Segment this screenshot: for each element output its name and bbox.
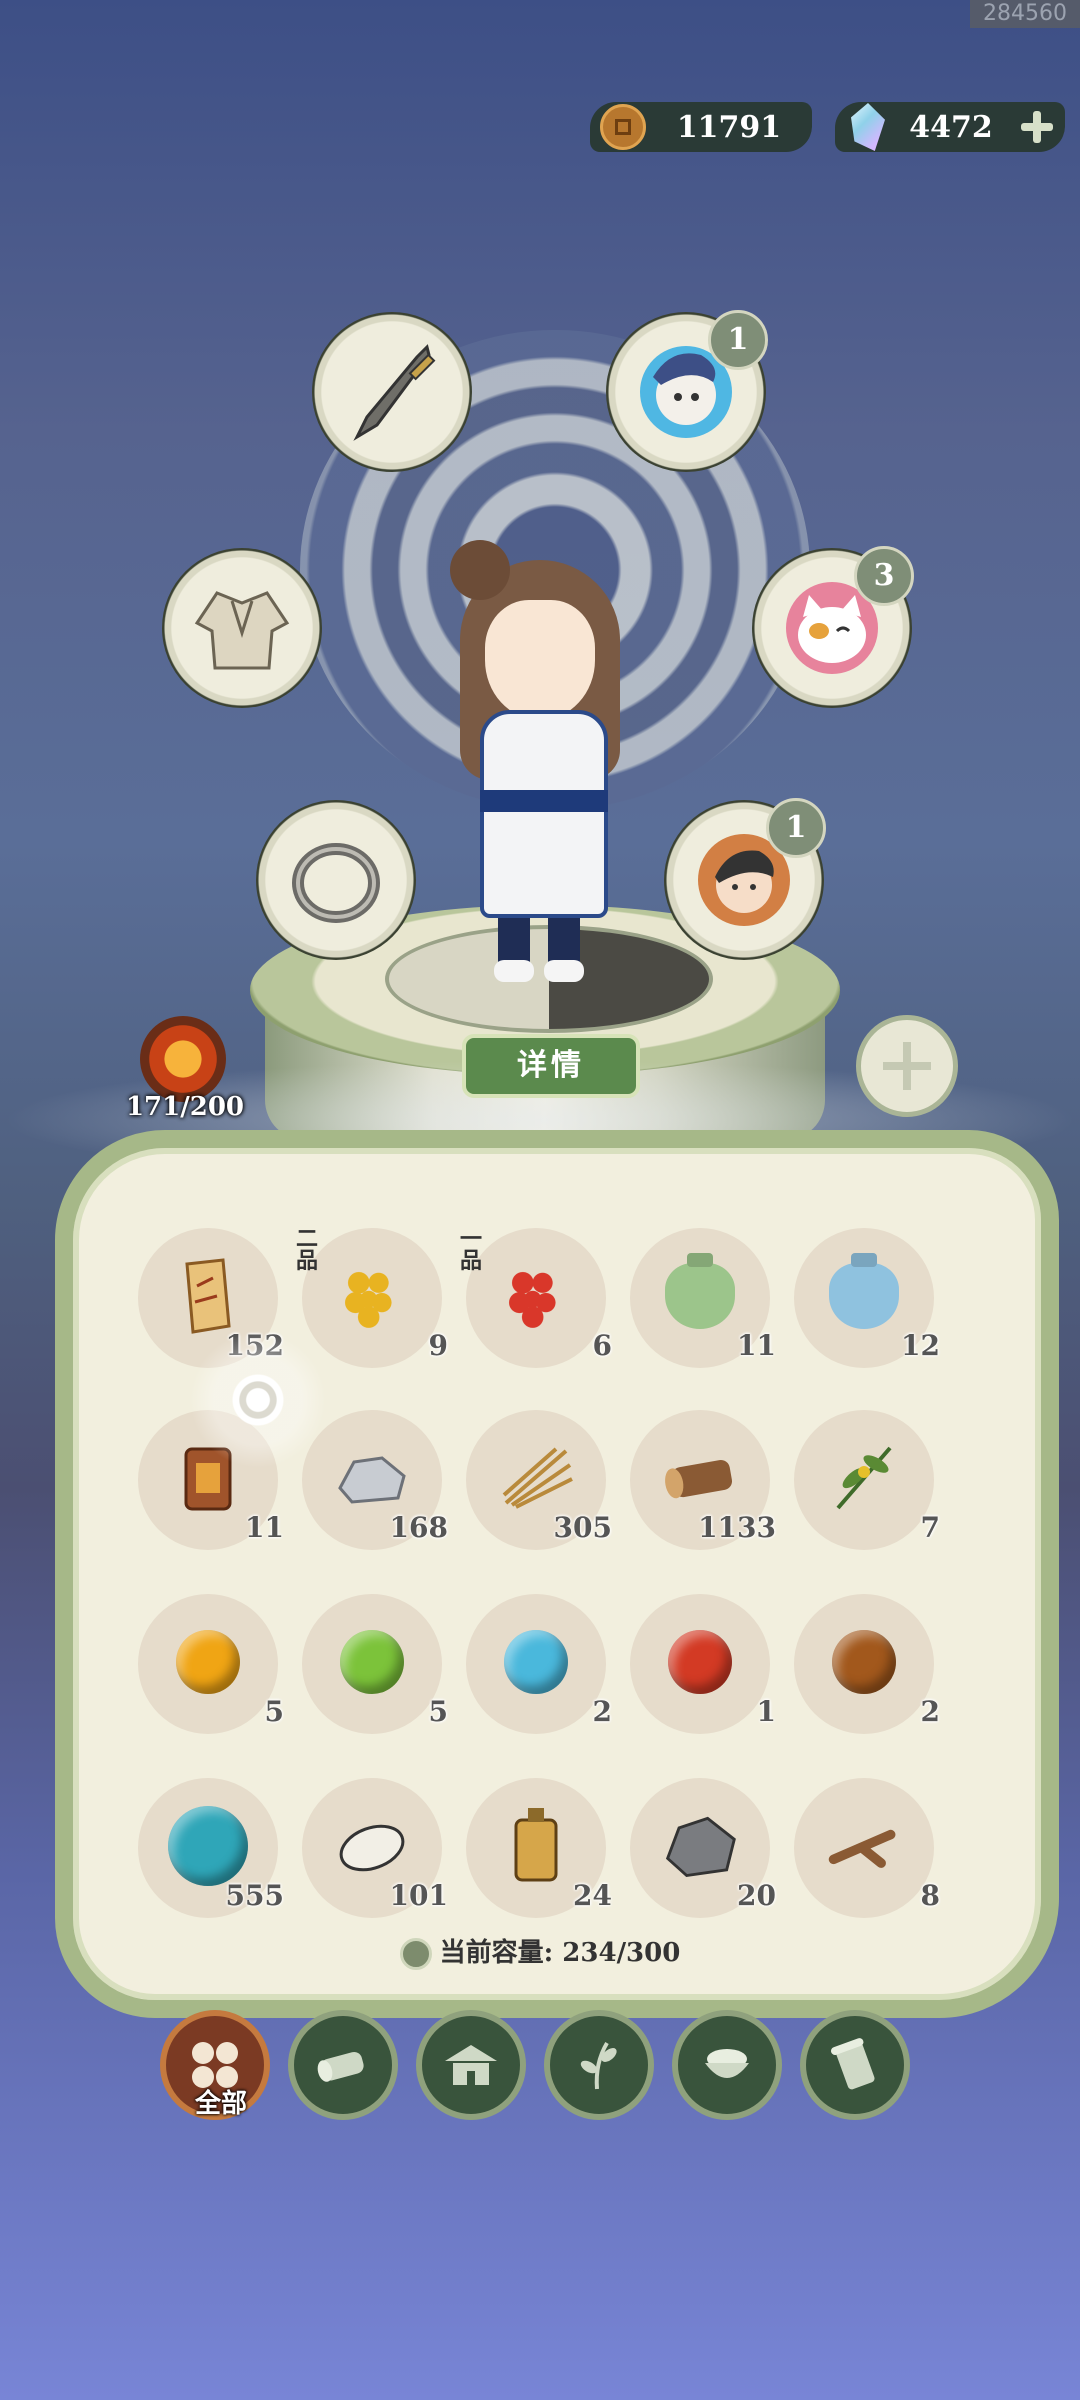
wood-icon (317, 2051, 364, 2082)
inventory-slot[interactable]: 8 (794, 1778, 940, 1918)
gem-icon (851, 103, 885, 151)
inventory-slot[interactable]: 20 (630, 1778, 776, 1918)
log-icon (660, 1438, 740, 1518)
water-spirit-icon (168, 1806, 248, 1886)
item-count: 5 (264, 1695, 284, 1728)
inventory-slot[interactable]: 305 (466, 1410, 612, 1550)
coin-counter: 11791 (590, 102, 812, 152)
branch-icon (824, 1806, 904, 1886)
item-count: 2 (920, 1695, 940, 1728)
pet-slot-2[interactable]: 3 (752, 546, 914, 708)
item-count: 555 (225, 1879, 284, 1912)
tab-herbs[interactable] (544, 2010, 654, 2120)
inventory-slot[interactable]: 5 (138, 1594, 284, 1734)
inventory-slot[interactable]: 555 (138, 1778, 284, 1918)
pet-slot-1[interactable]: 1 (606, 310, 768, 472)
item-count: 6 (592, 1329, 612, 1362)
user-id-label: 284560 (970, 0, 1080, 28)
item-count: 1 (756, 1695, 776, 1728)
tab-materials[interactable] (288, 2010, 398, 2120)
sword-icon (332, 332, 452, 452)
inventory-slot[interactable]: 二品 9 (296, 1228, 448, 1368)
inventory-slot[interactable]: 12 (794, 1228, 940, 1368)
ore-icon (660, 1806, 740, 1886)
category-tabs: 全部 (160, 2010, 920, 2120)
pet-slot-3[interactable]: 1 (664, 798, 826, 960)
inventory-slot[interactable]: 一品 6 (460, 1228, 612, 1368)
tab-buildings[interactable] (416, 2010, 526, 2120)
yellow-berries-icon (332, 1256, 412, 1336)
tap-indicator (178, 1320, 338, 1480)
add-slot-button[interactable] (856, 1015, 958, 1117)
weapon-slot[interactable] (312, 312, 472, 472)
player-character (440, 540, 640, 982)
pet-2-level-badge: 3 (854, 546, 914, 606)
pet-3-level-badge: 1 (766, 798, 826, 858)
earth-orb-icon (824, 1622, 904, 1702)
tab-all[interactable]: 全部 (160, 2010, 270, 2120)
capacity-indicator: 当前容量: 234/300 (0, 1932, 1080, 1970)
inventory-slot[interactable]: 7 (794, 1410, 940, 1550)
item-count: 7 (920, 1511, 940, 1544)
item-count: 11 (245, 1511, 284, 1544)
inventory-slot[interactable]: 2 (794, 1594, 940, 1734)
item-count: 11 (737, 1329, 776, 1362)
armor-slot[interactable] (162, 548, 322, 708)
grade-label: 二品 (296, 1226, 319, 1274)
house-icon (445, 2045, 497, 2085)
inventory-slot[interactable]: 11 (630, 1228, 776, 1368)
item-count: 20 (737, 1879, 776, 1912)
pendant-icon (496, 1806, 576, 1886)
robe-icon (182, 568, 302, 688)
green-orb-icon (332, 1622, 412, 1702)
inventory-slot[interactable]: 24 (466, 1778, 612, 1918)
item-count: 101 (389, 1879, 448, 1912)
capacity-icon (399, 1938, 432, 1970)
leaf-icon (580, 2041, 617, 2090)
white-stone-icon (332, 1806, 412, 1886)
tab-scrolls[interactable] (800, 2010, 910, 2120)
accessory-slot[interactable] (256, 800, 416, 960)
gem-value: 4472 (909, 109, 993, 145)
inventory-slot[interactable]: 1133 (630, 1410, 776, 1550)
scroll-tab-icon (831, 2038, 875, 2090)
coin-icon (600, 104, 646, 150)
inventory-slot[interactable]: 1 (630, 1594, 776, 1734)
blue-bag-icon (824, 1256, 904, 1336)
red-berries-icon (496, 1256, 576, 1336)
tab-all-label: 全部 (194, 2089, 247, 2119)
gold-orb-icon (168, 1622, 248, 1702)
coin-value: 11791 (676, 109, 782, 145)
herb-icon (824, 1438, 904, 1518)
stone-icon (332, 1438, 412, 1518)
item-count: 1133 (698, 1511, 776, 1544)
inventory-slot[interactable]: 101 (302, 1778, 448, 1918)
item-count: 305 (553, 1511, 612, 1544)
item-count: 8 (920, 1879, 940, 1912)
stamina-icon[interactable] (140, 1016, 226, 1102)
details-button[interactable]: 详情 (462, 1034, 640, 1098)
item-count: 5 (428, 1695, 448, 1728)
item-count: 24 (573, 1879, 612, 1912)
item-count: 9 (428, 1329, 448, 1362)
add-gems-button[interactable] (1017, 107, 1057, 147)
item-count: 2 (592, 1695, 612, 1728)
stamina-value: 171/200 (125, 1092, 245, 1122)
pet-1-level-badge: 1 (708, 310, 768, 370)
inventory-slot[interactable]: 2 (466, 1594, 612, 1734)
green-bag-icon (660, 1256, 740, 1336)
ring-icon (276, 820, 396, 940)
straw-icon (496, 1438, 576, 1518)
capacity-text: 当前容量: 234/300 (439, 1938, 681, 1968)
tab-food[interactable] (672, 2010, 782, 2120)
grade-label: 一品 (460, 1226, 483, 1274)
bowl-icon (705, 2049, 749, 2078)
blue-orb-icon (496, 1622, 576, 1702)
item-count: 12 (901, 1329, 940, 1362)
fire-orb-icon (660, 1622, 740, 1702)
inventory-slot[interactable]: 5 (302, 1594, 448, 1734)
item-count: 168 (389, 1511, 448, 1544)
gem-counter: 4472 (835, 102, 1065, 152)
